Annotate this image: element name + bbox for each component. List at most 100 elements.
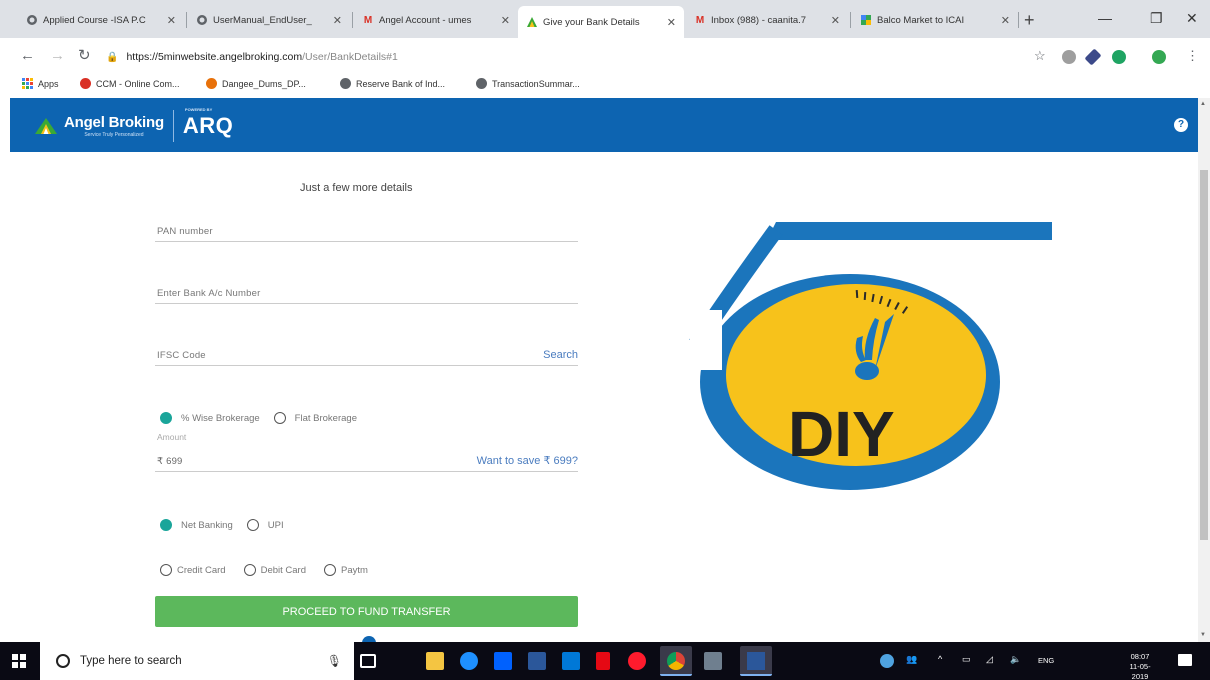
microphone-icon[interactable]: 🎙 xyxy=(327,654,342,668)
scroll-down-arrow[interactable]: ▼ xyxy=(1200,632,1206,638)
new-tab-button[interactable]: + xyxy=(1024,8,1035,32)
chrome-icon xyxy=(667,652,685,670)
upi-radio[interactable] xyxy=(246,519,259,531)
close-icon[interactable]: ✕ xyxy=(831,14,840,27)
gmail-icon: M xyxy=(363,14,373,26)
bookmark-rbi[interactable]: Reserve Bank of Ind... xyxy=(340,78,445,89)
proceed-to-fund-transfer-button[interactable]: PROCEED TO FUND TRANSFER xyxy=(155,596,578,627)
taskbar-search-box[interactable]: Type here to search 🎙 xyxy=(40,642,354,680)
dropbox-icon[interactable] xyxy=(494,652,512,670)
tab-balco-market[interactable]: Balco Market to ICAI ✕ xyxy=(852,8,1018,32)
close-icon[interactable]: ✕ xyxy=(501,14,510,27)
windows-start-icon[interactable] xyxy=(12,654,26,668)
scroll-up-arrow[interactable]: ▲ xyxy=(1200,101,1206,107)
angel-broking-logo[interactable]: Angel Broking Service Truly Personalized… xyxy=(34,107,233,142)
bookmark-ccm[interactable]: CCM - Online Com... xyxy=(80,78,180,89)
word-taskbar-item[interactable] xyxy=(740,646,772,676)
app-icon[interactable] xyxy=(704,652,722,670)
angel-logo-icon xyxy=(35,118,57,134)
apps-grid-icon xyxy=(22,78,33,89)
network-icon[interactable]: ◿ xyxy=(986,654,993,665)
tab-label: Give your Bank Details xyxy=(543,16,640,28)
chrome-taskbar-item[interactable] xyxy=(660,646,692,676)
ifsc-search-link[interactable]: Search xyxy=(543,349,578,361)
diy-text: DIY xyxy=(788,398,895,470)
tab-bank-details[interactable]: Give your Bank Details ✕ xyxy=(518,6,684,38)
windows-taskbar: Type here to search 🎙 👥 ^ ▭ ◿ 🔈 ENG 08:0… xyxy=(0,642,1210,680)
page-content: Angel Broking Service Truly Personalized… xyxy=(10,98,1198,642)
close-icon[interactable]: ✕ xyxy=(667,16,676,29)
paytm-radio[interactable] xyxy=(324,564,336,576)
ifsc-code-field[interactable]: IFSC Code Search xyxy=(155,340,578,366)
bookmark-transaction-summary[interactable]: TransactionSummar... xyxy=(476,78,580,89)
volume-icon[interactable]: 🔈 xyxy=(1010,654,1021,665)
bank-account-field[interactable]: Enter Bank A/c Number xyxy=(155,278,578,304)
menu-icon[interactable]: ⋮ xyxy=(1186,46,1199,66)
tab-label: Inbox (988) - caanita.7 xyxy=(711,14,807,26)
credit-card-radio[interactable] xyxy=(160,564,172,576)
lock-icon: 🔒 xyxy=(106,51,119,63)
amount-label: Amount xyxy=(157,432,187,442)
tab-inbox[interactable]: M Inbox (988) - caanita.7 ✕ xyxy=(686,8,848,32)
save-brokerage-link[interactable]: Want to save ₹ 699? xyxy=(477,454,578,467)
bookmark-apps[interactable]: Apps xyxy=(22,78,59,89)
debit-card-label: Debit Card xyxy=(260,564,306,576)
bookmark-dangee-dums[interactable]: Dangee_Dums_DP... xyxy=(206,78,306,89)
task-view-icon[interactable] xyxy=(360,654,376,668)
taskbar-clock[interactable]: 08:07 11-05-2019 xyxy=(1122,652,1158,680)
pan-number-field[interactable]: PAN number xyxy=(155,216,578,242)
globe-icon xyxy=(340,78,351,89)
store-icon[interactable] xyxy=(562,652,580,670)
notification-icon[interactable] xyxy=(1178,654,1192,666)
net-banking-label: Net Banking xyxy=(181,519,233,531)
five-gap xyxy=(690,310,722,370)
tray-app-icon[interactable] xyxy=(880,654,894,668)
star-icon[interactable]: ☆ xyxy=(1034,46,1046,66)
close-icon[interactable]: ✕ xyxy=(333,14,342,27)
file-explorer-icon[interactable] xyxy=(426,652,444,670)
profile-avatar[interactable] xyxy=(1152,50,1166,64)
close-window-button[interactable]: ✕ xyxy=(1186,6,1198,30)
tab-angel-account[interactable]: M Angel Account - umes ✕ xyxy=(354,8,518,32)
people-icon[interactable]: 👥 xyxy=(906,654,917,665)
five-top-bar xyxy=(760,222,1052,254)
help-icon[interactable]: ? xyxy=(1174,118,1188,132)
taskbar-search-placeholder: Type here to search xyxy=(80,655,182,667)
forward-button[interactable]: → xyxy=(50,46,65,66)
pen-extension-icon[interactable] xyxy=(1084,48,1102,66)
maximize-button[interactable]: ❐ xyxy=(1150,6,1163,30)
flat-brokerage-radio[interactable] xyxy=(273,412,286,424)
logo-divider xyxy=(172,110,174,142)
angel-icon xyxy=(526,16,538,28)
percent-brokerage-radio[interactable] xyxy=(160,412,172,424)
brokerage-radio-group: % Wise Brokerage Flat Brokerage xyxy=(160,412,371,424)
back-button[interactable]: ← xyxy=(20,46,35,66)
battery-icon[interactable]: ▭ xyxy=(962,654,971,665)
amount-value: ₹ 699 xyxy=(157,456,183,467)
site-header: Angel Broking Service Truly Personalized… xyxy=(10,98,1198,152)
minimize-button[interactable]: — xyxy=(1098,6,1112,30)
opera-icon[interactable] xyxy=(628,652,646,670)
flat-brokerage-label: Flat Brokerage xyxy=(294,412,357,424)
tab-label: Angel Account - umes xyxy=(379,14,472,26)
edge-icon[interactable] xyxy=(460,652,478,670)
arq-logo: POWERED BY ARQ xyxy=(183,107,233,139)
tab-separator xyxy=(186,12,187,28)
tab-applied-course[interactable]: Applied Course -ISA P.C ✕ xyxy=(18,8,184,32)
debit-card-radio[interactable] xyxy=(243,564,256,576)
close-icon[interactable]: ✕ xyxy=(1001,14,1010,27)
bookmarks-bar: Apps CCM - Online Com... Dangee_Dums_DP.… xyxy=(0,74,1210,96)
reload-button[interactable]: ↻ xyxy=(78,46,91,66)
tab-user-manual[interactable]: UserManual_EndUser_ ✕ xyxy=(188,8,350,32)
extension-icon[interactable] xyxy=(1062,50,1076,64)
net-banking-radio[interactable] xyxy=(160,519,172,531)
close-icon[interactable]: ✕ xyxy=(167,14,176,27)
netflix-icon[interactable] xyxy=(596,652,610,670)
address-bar[interactable]: 🔒 https://5minwebsite.angelbroking.com /… xyxy=(106,44,1056,70)
grammarly-icon[interactable] xyxy=(1112,50,1126,64)
diy-illustration: DIY xyxy=(689,222,1052,490)
language-indicator[interactable]: ENG xyxy=(1038,656,1054,665)
chevron-up-icon[interactable]: ^ xyxy=(938,654,942,664)
app-icon[interactable] xyxy=(528,652,546,670)
scroll-thumb[interactable] xyxy=(1200,170,1208,540)
